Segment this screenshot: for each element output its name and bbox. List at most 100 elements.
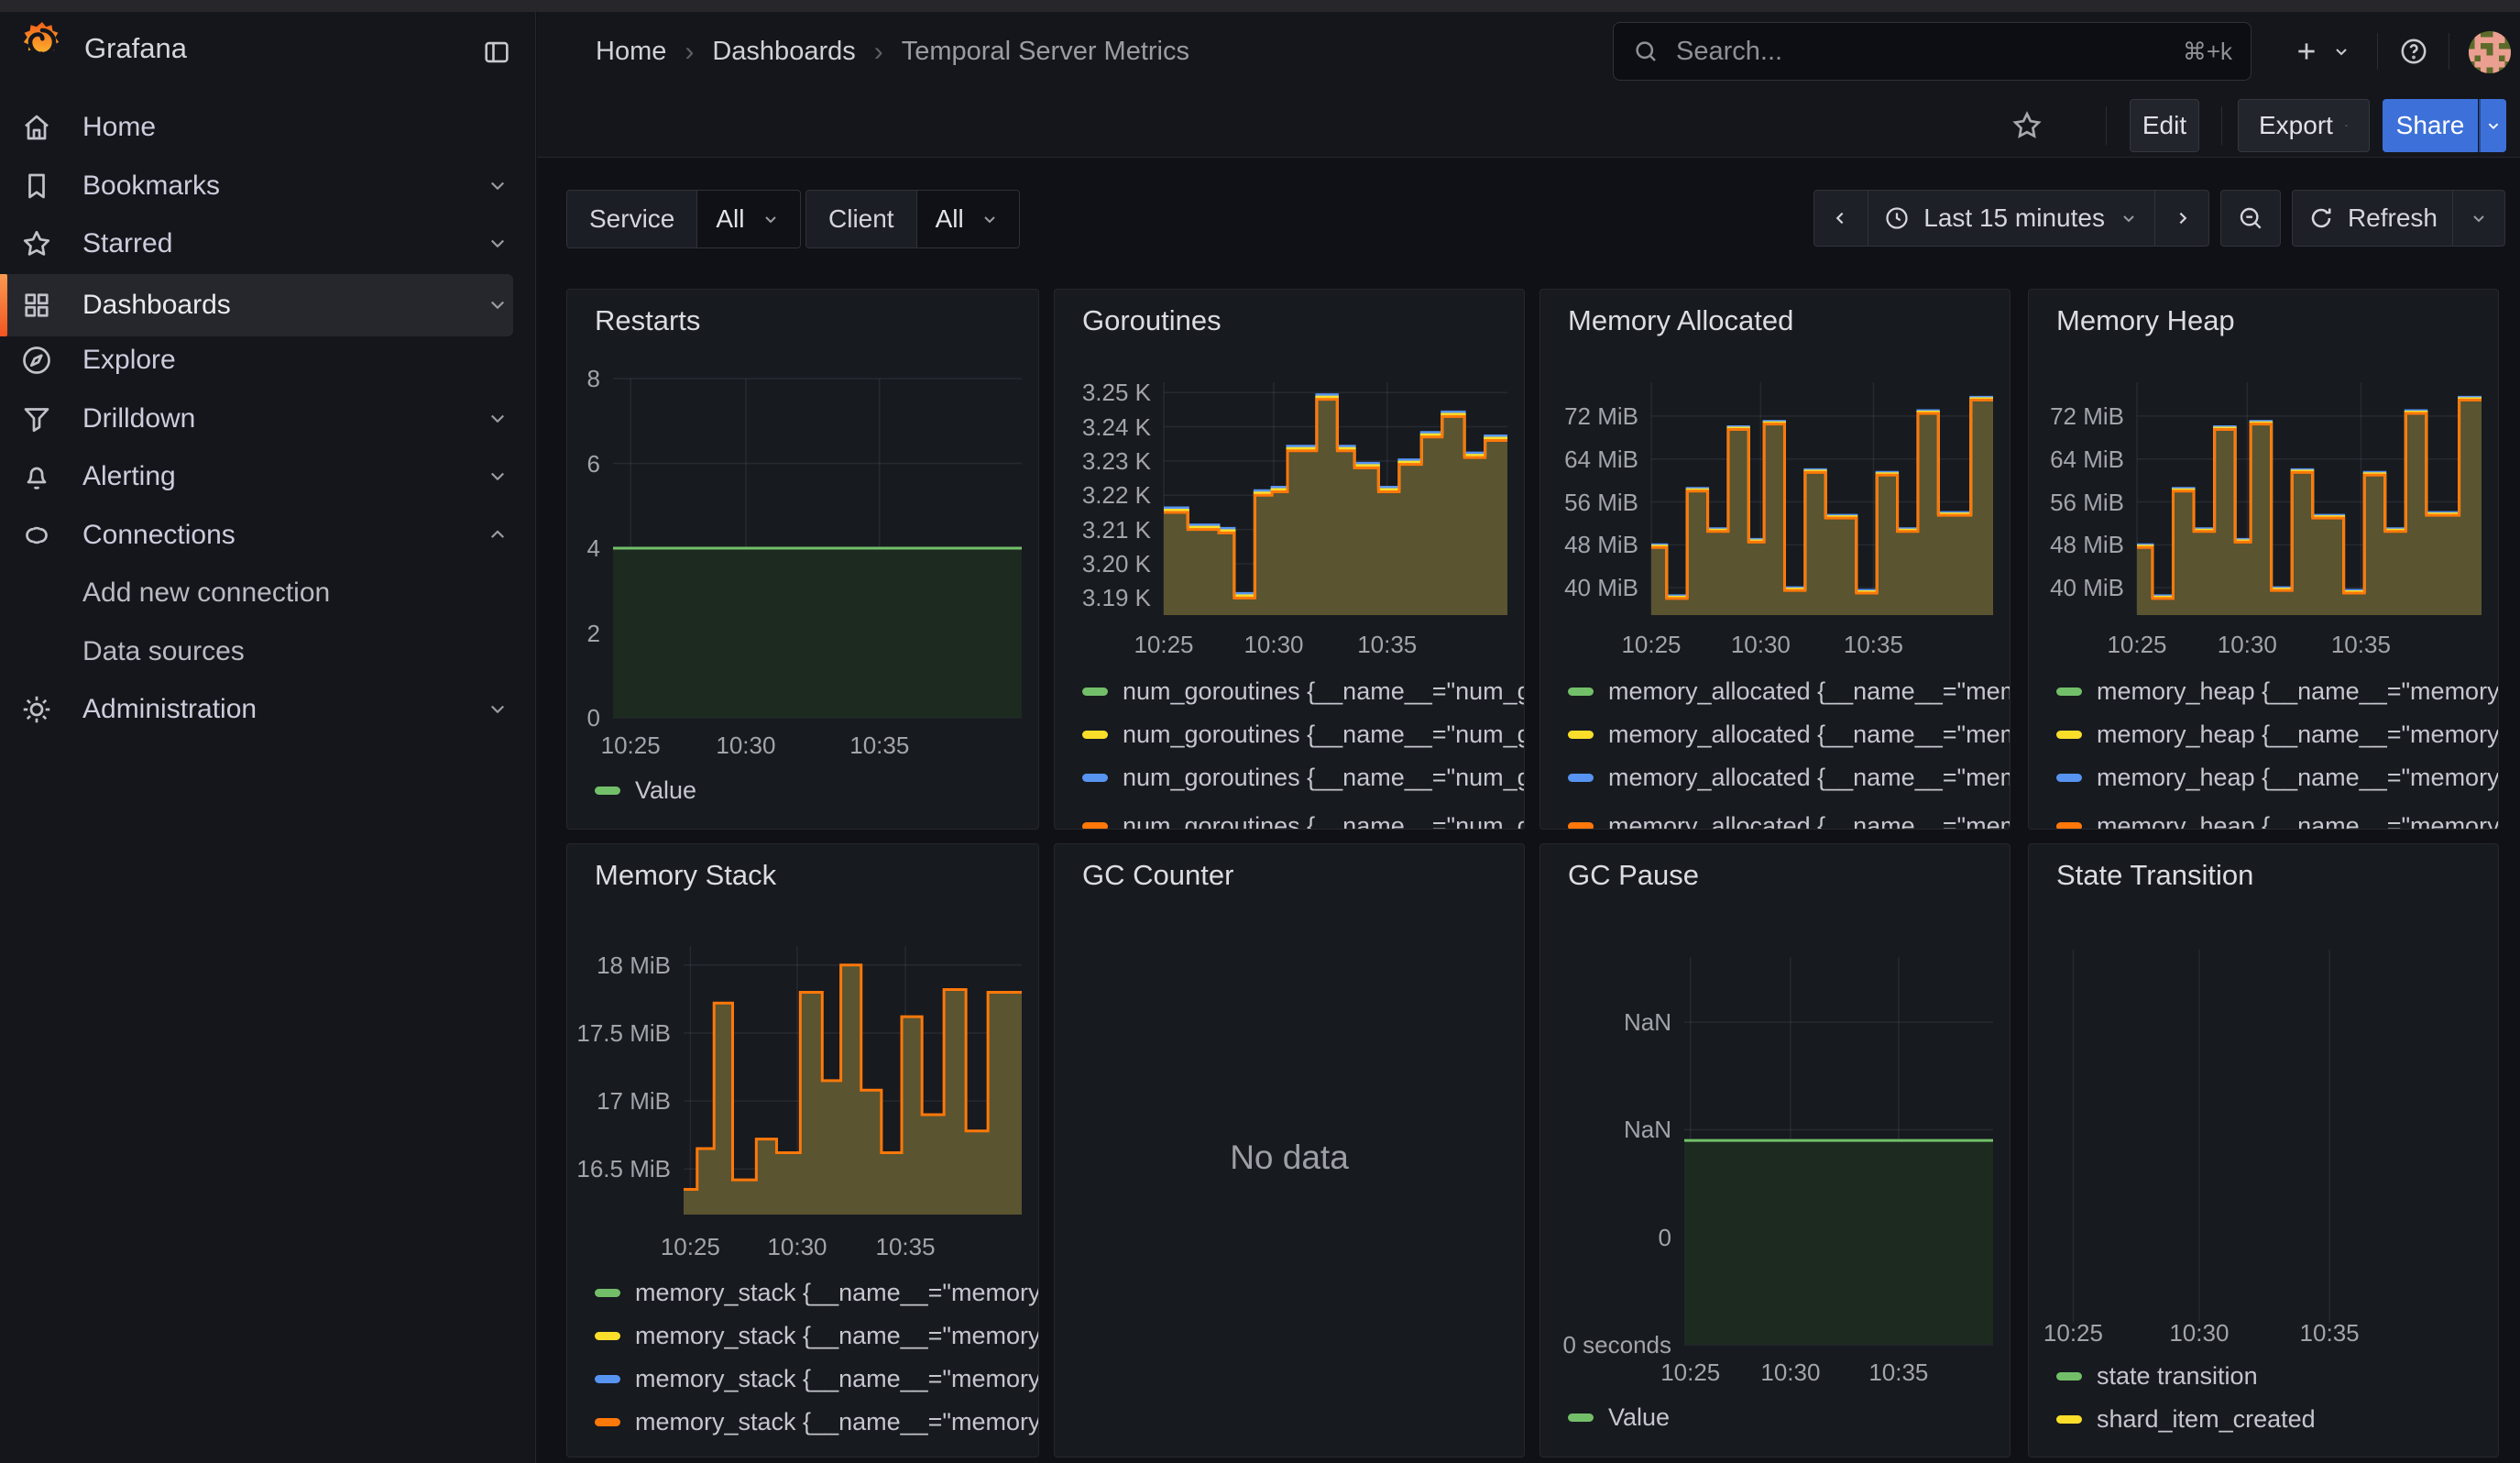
x-axis-tick: 10:35 (2292, 631, 2429, 658)
legend-item[interactable]: num_goroutines {__name__="num_go (1082, 720, 1525, 748)
avatar[interactable] (2469, 31, 2511, 73)
legend-item[interactable]: memory_stack {__name__="memory_s (595, 1322, 1039, 1349)
grafana-logo-icon[interactable] (20, 20, 64, 69)
legend-item[interactable]: memory_allocated {__name__="memo (1568, 764, 2011, 791)
sidebar-item-label: Explore (82, 345, 176, 376)
time-shift-back-button[interactable] (1813, 190, 1868, 247)
legend-item[interactable]: num_goroutines {__name__="num_go (1082, 677, 1525, 705)
drilldown-icon (20, 402, 53, 435)
x-axis-tick: 10:35 (837, 1233, 974, 1260)
legend-series-label: memory_stack {__name__="memory_s (635, 1408, 1039, 1436)
legend-item[interactable]: num_goroutines {__name__="num_go (1082, 764, 1525, 791)
panel-restarts: Restarts8642010:2510:3010:35Value (566, 289, 1039, 830)
legend-item[interactable]: state transition (2056, 1362, 2258, 1390)
legend-item[interactable]: memory_heap {__name__="memory_h (2056, 764, 2499, 791)
y-axis-tick: 40 MiB (1539, 575, 1638, 600)
legend-series-label: memory_allocated {__name__="memo (1608, 720, 2011, 749)
chevron-down-icon[interactable] (484, 171, 513, 201)
legend-series-label: memory_stack {__name__="memory_s (635, 1365, 1039, 1393)
sidebar-item-connections[interactable]: Connections (0, 507, 513, 564)
export-button[interactable]: Export (2238, 99, 2370, 152)
service-filter-label: Service (567, 191, 696, 248)
time-controls: Last 15 minutes Refresh (1813, 190, 2505, 247)
favorite-star-icon[interactable] (2000, 99, 2054, 152)
sidebar-item-starred[interactable]: Starred (0, 215, 513, 272)
add-button[interactable] (2274, 26, 2370, 77)
legend-item[interactable]: num_goroutines {__name__="num_go (1082, 812, 1525, 830)
sidebar-item-label: Dashboards (82, 290, 231, 321)
y-axis-tick: 64 MiB (2028, 446, 2124, 472)
chevron-down-icon[interactable] (484, 462, 513, 491)
sidebar-item-drilldown[interactable]: Drilldown (0, 390, 513, 447)
legend-series-color (1568, 822, 1594, 830)
y-axis-tick: 8 (566, 366, 600, 391)
chevron-down-icon (2468, 207, 2490, 229)
legend-item[interactable]: memory_stack {__name__="memory_s (595, 1365, 1039, 1392)
no-data-message: No data (1055, 1138, 1524, 1177)
legend-item[interactable]: memory_heap {__name__="memory_h (2056, 720, 2499, 748)
chevron-down-icon[interactable] (484, 404, 513, 434)
y-axis-tick: 17 MiB (566, 1088, 671, 1114)
search-icon (1632, 38, 1660, 65)
y-axis-tick: 48 MiB (2028, 532, 2124, 557)
legend-item[interactable]: memory_heap {__name__="memory_h (2056, 812, 2499, 830)
legend-item[interactable]: Value (595, 776, 696, 804)
legend-series-label: memory_allocated {__name__="memo (1608, 812, 2011, 830)
sidebar-item-label: Starred (82, 228, 172, 259)
legend-item[interactable]: memory_stack {__name__="memory_s (595, 1279, 1039, 1306)
sidebar-item-add-new-connection[interactable]: Add new connection (0, 565, 513, 622)
y-axis-tick: 3.24 K (1054, 414, 1151, 440)
y-axis-tick: 0 (566, 705, 600, 731)
panel-title-gc-counter[interactable]: GC Counter (1082, 859, 1233, 892)
help-icon[interactable] (2388, 26, 2439, 77)
y-axis-tick: 3.23 K (1054, 448, 1151, 474)
sidebar-item-bookmarks[interactable]: Bookmarks (0, 158, 513, 214)
edit-button[interactable]: Edit (2130, 99, 2199, 152)
breadcrumb-dashboards[interactable]: Dashboards (712, 37, 855, 67)
chevron-up-icon[interactable] (484, 521, 513, 550)
legend-item[interactable]: memory_allocated {__name__="memo (1568, 720, 2011, 748)
legend-series-label: memory_heap {__name__="memory_h (2097, 812, 2499, 830)
legend-item[interactable]: memory_allocated {__name__="memo (1568, 677, 2011, 705)
legend-series-label: num_goroutines {__name__="num_go (1123, 764, 1525, 792)
legend-item[interactable]: shard_item_created (2056, 1405, 2316, 1433)
refresh-button[interactable]: Refresh (2292, 190, 2453, 247)
sidebar-item-administration[interactable]: Administration (0, 681, 513, 738)
time-range-picker[interactable]: Last 15 minutes (1868, 190, 2155, 247)
share-options-button[interactable] (2479, 99, 2506, 152)
sidebar-item-home[interactable]: Home (0, 99, 513, 156)
y-axis-tick: 3.25 K (1054, 380, 1151, 405)
legend-item[interactable]: memory_heap {__name__="memory_h (2056, 677, 2499, 705)
time-range-value: Last 15 minutes (1923, 204, 2105, 233)
service-filter[interactable]: Service All (566, 190, 801, 248)
share-button[interactable]: Share (2383, 99, 2478, 152)
chevron-down-icon[interactable] (484, 229, 513, 258)
client-filter[interactable]: Client All (805, 190, 1020, 248)
sidebar-item-explore[interactable]: Explore (0, 332, 513, 389)
legend-item[interactable]: memory_stack {__name__="memory_s (595, 1408, 1039, 1436)
breadcrumb-home[interactable]: Home (596, 37, 666, 67)
time-shift-forward-button[interactable] (2155, 190, 2209, 247)
search-input[interactable] (1674, 36, 2168, 68)
legend-item[interactable]: Value (1568, 1403, 1670, 1431)
sidebar-item-data-sources[interactable]: Data sources (0, 623, 513, 680)
zoom-out-button[interactable] (2220, 190, 2281, 247)
legend-item[interactable]: memory_allocated {__name__="memo (1568, 812, 2011, 830)
sidebar-item-label: Administration (82, 694, 257, 725)
chevron-right-icon (2170, 206, 2194, 230)
search-box[interactable]: ⌘+k (1613, 22, 2252, 81)
sidebar-item-label: Drilldown (82, 403, 195, 434)
legend-series-label: shard_item_created (2097, 1405, 2316, 1434)
x-axis-tick: 10:35 (1319, 631, 1456, 658)
y-axis-tick: 3.21 K (1054, 517, 1151, 543)
refresh-interval-button[interactable] (2453, 190, 2505, 247)
chevron-down-icon[interactable] (484, 291, 513, 320)
search-shortcut: ⌘+k (2183, 38, 2232, 66)
sidebar-item-alerting[interactable]: Alerting (0, 448, 513, 505)
dock-sidebar-icon[interactable] (473, 28, 520, 76)
chevron-down-icon[interactable] (484, 695, 513, 724)
star-icon (20, 227, 53, 260)
y-axis-tick: 56 MiB (1539, 490, 1638, 515)
sidebar-item-label: Connections (82, 520, 236, 551)
sidebar-item-dashboards[interactable]: Dashboards (0, 274, 513, 336)
